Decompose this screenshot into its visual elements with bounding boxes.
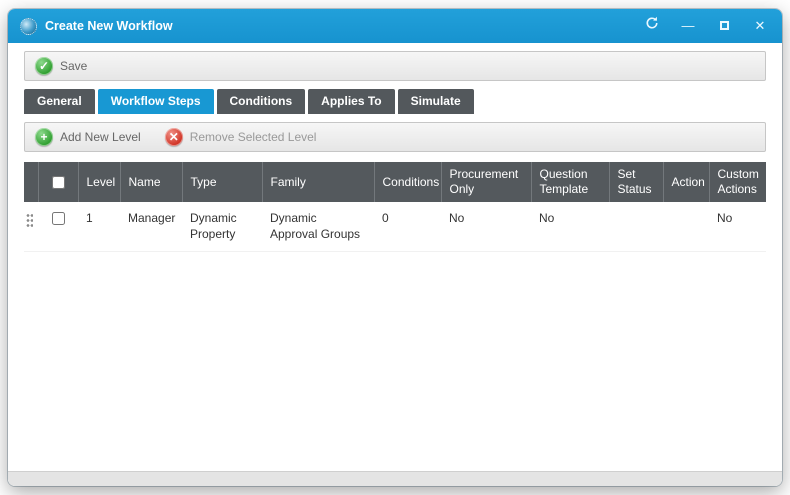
add-plus-icon: + [35,128,53,146]
workflow-tabs: General Workflow Steps Conditions Applie… [24,89,766,114]
cell-conditions: 0 [374,202,441,252]
col-name[interactable]: Name [120,162,182,202]
col-set-status[interactable]: Set Status [609,162,663,202]
cell-type: Dynamic Property [182,202,262,252]
refresh-button[interactable] [642,16,662,36]
tab-general[interactable]: General [24,89,95,114]
save-check-icon: ✓ [35,57,53,75]
cell-set-status [609,202,663,252]
cell-action [663,202,709,252]
add-new-level-button[interactable]: + Add New Level [35,128,141,146]
drag-handle-icon[interactable] [26,213,33,229]
tab-conditions[interactable]: Conditions [217,89,306,114]
window-footer [8,471,782,486]
drag-handle-cell [24,202,38,252]
tab-workflow-steps[interactable]: Workflow Steps [98,89,214,114]
col-action[interactable]: Action [663,162,709,202]
col-conditions[interactable]: Conditions [374,162,441,202]
maximize-icon [720,21,729,30]
remove-selected-level-button[interactable]: ✕ Remove Selected Level [165,128,317,146]
close-button[interactable]: ✕ [750,16,770,36]
refresh-icon [645,16,659,30]
add-new-level-label: Add New Level [60,130,141,144]
col-procurement-only[interactable]: Procurement Only [441,162,531,202]
remove-x-icon: ✕ [165,128,183,146]
tab-applies-to[interactable]: Applies To [308,89,394,114]
remove-selected-level-label: Remove Selected Level [190,130,317,144]
cell-procurement-only: No [441,202,531,252]
col-family[interactable]: Family [262,162,374,202]
row-select-cell [38,202,78,252]
tab-simulate[interactable]: Simulate [398,89,474,114]
col-type[interactable]: Type [182,162,262,202]
cell-family: Dynamic Approval Groups [262,202,374,252]
app-icon [20,18,37,35]
col-question-template[interactable]: Question Template [531,162,609,202]
workflow-steps-grid: Level Name Type Family Conditions Procur… [24,162,766,252]
cell-question-template: No [531,202,609,252]
select-all-header [38,162,78,202]
level-toolbar: + Add New Level ✕ Remove Selected Level [24,122,766,152]
cell-level: 1 [78,202,120,252]
cell-name: Manager [120,202,182,252]
maximize-button[interactable] [714,16,734,36]
select-all-checkbox[interactable] [52,176,65,189]
create-new-workflow-window: Create New Workflow — ✕ ✓ Save General W… [8,9,782,486]
cell-custom-actions: No [709,202,766,252]
titlebar: Create New Workflow — ✕ [8,9,782,43]
window-title: Create New Workflow [45,19,173,33]
col-level[interactable]: Level [78,162,120,202]
save-toolbar: ✓ Save [24,51,766,81]
table-row[interactable]: 1 Manager Dynamic Property Dynamic Appro… [24,202,766,252]
save-button-label: Save [60,59,87,73]
row-select-checkbox[interactable] [52,212,65,225]
dialog-content: ✓ Save General Workflow Steps Conditions… [8,43,782,486]
col-custom-actions[interactable]: Custom Actions [709,162,766,202]
save-button[interactable]: ✓ Save [35,57,87,75]
grid-header-row: Level Name Type Family Conditions Procur… [24,162,766,202]
drag-handle-header [24,162,38,202]
window-controls: — ✕ [642,16,770,36]
minimize-button[interactable]: — [678,16,698,36]
